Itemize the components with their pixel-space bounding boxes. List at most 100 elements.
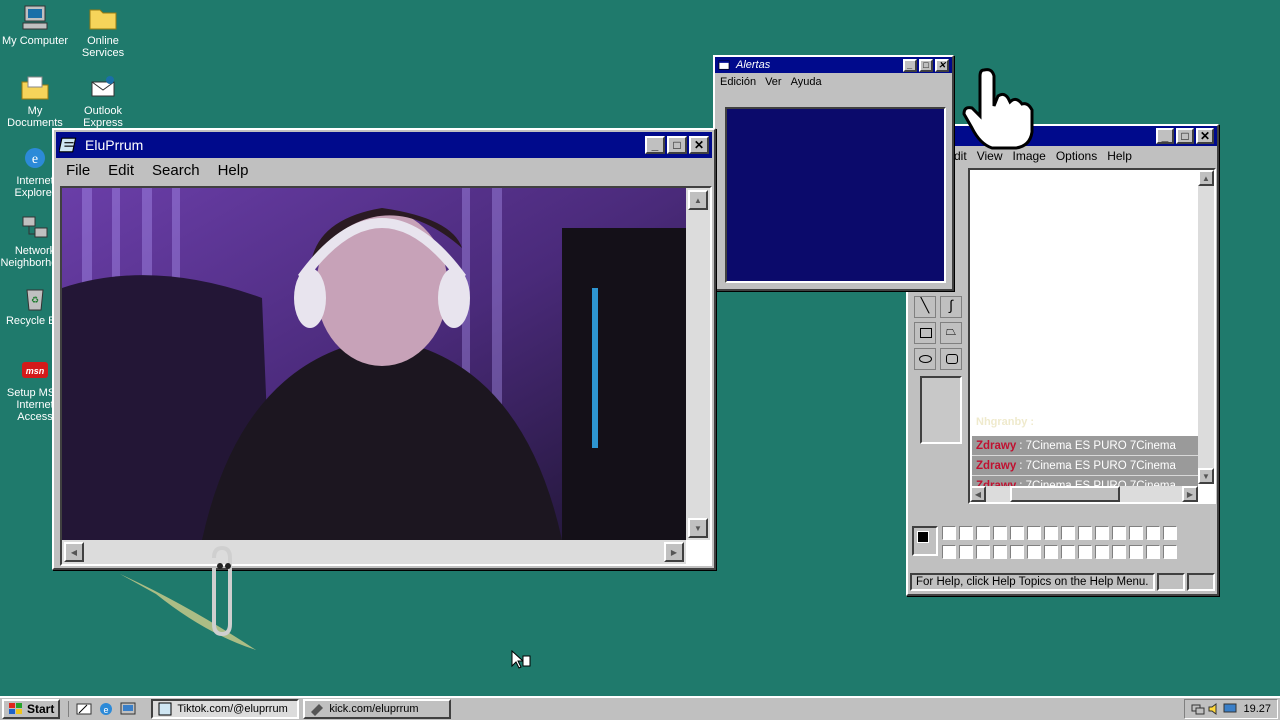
start-button[interactable]: Start [2,699,61,719]
palette-color-cell[interactable] [1112,544,1126,559]
alerts-window[interactable]: Alertas _ □ ✕ Edición Ver Ayuda [713,55,954,291]
palette-color-cell[interactable] [1095,544,1109,559]
close-button[interactable]: ✕ [1196,128,1214,144]
menu-view[interactable]: View [977,149,1003,163]
desktop-shortcut-icon[interactable] [75,701,93,717]
task-button-kick[interactable]: kick.com/eluprrum [303,699,452,719]
polygon-tool[interactable]: ⏢ [940,322,962,344]
menu-ayuda[interactable]: Ayuda [791,76,822,88]
network-tray-icon[interactable] [1191,703,1205,715]
palette-color-cell[interactable] [1027,526,1041,540]
svg-text:e: e [104,705,109,715]
palette-color-cell[interactable] [942,544,956,559]
internet-explorer-icon: e [25,148,45,168]
speaker-tray-icon[interactable] [1207,703,1221,715]
minimize-button[interactable]: _ [903,58,917,72]
stream-content: ▲ ▼ ◀ ▶ [60,186,712,566]
msn-icon: msn [22,362,48,378]
maximize-button[interactable]: □ [667,136,687,154]
rectangle-tool[interactable] [914,322,936,344]
maximize-button[interactable]: □ [1176,128,1194,144]
desktop-icon-label: Online Services [81,35,125,59]
close-button[interactable]: ✕ [935,58,949,72]
palette-color-cell[interactable] [1061,526,1075,540]
desktop-icon-online-services[interactable]: Online Services [68,4,138,59]
scroll-left-button[interactable]: ◀ [64,542,84,562]
horizontal-scrollbar[interactable]: ◀ ▶ [970,486,1198,502]
channels-icon[interactable] [119,701,137,717]
desktop-icon-label: Internet Explorer [14,175,56,199]
palette-color-cell[interactable] [959,526,973,540]
task-button-tiktok[interactable]: Tiktok.com/@eluprrum [151,699,300,719]
palette-color-cell[interactable] [1044,544,1058,559]
busy-cursor-icon [511,650,531,669]
alerts-titlebar[interactable]: Alertas _ □ ✕ [715,57,952,73]
palette-color-cell[interactable] [1112,526,1126,540]
menu-edit[interactable]: Edit [108,162,134,179]
menu-file[interactable]: File [66,162,90,179]
palette-color-cell[interactable] [1078,526,1092,540]
desktop-icon-outlook-express[interactable]: Outlook Express [68,74,138,129]
paint-canvas[interactable]: Nhgranby : Zdrawy: 7Cinema ES PURO 7Cine… [968,168,1216,504]
desktop-icon-my-documents[interactable]: My Documents [0,74,70,129]
curve-tool[interactable]: ∫ [940,296,962,318]
palette-color-cell[interactable] [1061,544,1075,559]
minimize-button[interactable]: _ [1156,128,1174,144]
scroll-right-button[interactable]: ▶ [664,542,684,562]
palette-color-cell[interactable] [976,526,990,540]
internet-explorer-icon[interactable]: e [97,701,115,717]
scroll-down-button[interactable]: ▼ [1198,468,1214,484]
close-button[interactable]: ✕ [689,136,709,154]
stream-window[interactable]: EluPrrum _ □ ✕ File Edit Search Help ▲ ▼… [52,128,716,570]
display-tray-icon[interactable] [1223,703,1237,715]
task-label: Tiktok.com/@eluprrum [177,703,288,715]
desktop-icon-my-computer[interactable]: My Computer [0,4,70,47]
current-colors[interactable] [912,526,938,556]
menu-search[interactable]: Search [152,162,200,179]
palette-grid[interactable] [942,526,1179,562]
palette-color-cell[interactable] [1163,544,1177,559]
menu-help[interactable]: Help [1107,149,1132,163]
palette-color-cell[interactable] [1146,544,1160,559]
vertical-scrollbar[interactable]: ▲ ▼ [686,188,710,540]
stream-titlebar[interactable]: EluPrrum _ □ ✕ [56,132,712,158]
palette-color-cell[interactable] [1044,526,1058,540]
palette-color-cell[interactable] [1095,526,1109,540]
palette-color-cell[interactable] [993,526,1007,540]
webcam-video[interactable] [62,188,686,540]
palette-color-cell[interactable] [1010,544,1024,559]
paperclip-assistant[interactable] [116,544,266,654]
clock[interactable]: 19.27 [1243,703,1271,715]
menu-help[interactable]: Help [218,162,249,179]
palette-color-cell[interactable] [993,544,1007,559]
palette-color-cell[interactable] [942,526,956,540]
vertical-scrollbar[interactable]: ▲ ▼ [1198,170,1214,484]
palette-color-cell[interactable] [1163,526,1177,540]
palette-color-cell[interactable] [959,544,973,559]
scroll-thumb[interactable] [1010,486,1120,502]
scroll-up-button[interactable]: ▲ [688,190,708,210]
palette-color-cell[interactable] [1146,526,1160,540]
palette-color-cell[interactable] [1129,526,1143,540]
scroll-right-button[interactable]: ▶ [1182,486,1198,502]
ellipse-tool[interactable] [914,348,936,370]
scroll-left-button[interactable]: ◀ [970,486,986,502]
menu-edicion[interactable]: Edición [720,76,756,88]
scroll-up-button[interactable]: ▲ [1198,170,1214,186]
menu-options[interactable]: Options [1056,149,1097,163]
task-buttons: Tiktok.com/@eluprrum kick.com/eluprrum [147,699,452,719]
menu-image[interactable]: Image [1012,149,1045,163]
palette-color-cell[interactable] [976,544,990,559]
paint-titlebar[interactable]: _ □ ✕ [908,126,1217,146]
menu-ver[interactable]: Ver [765,76,782,88]
palette-color-cell[interactable] [1078,544,1092,559]
maximize-button[interactable]: □ [919,58,933,72]
rounded-rect-tool[interactable] [940,348,962,370]
palette-color-cell[interactable] [1010,526,1024,540]
line-tool[interactable]: ╲ [914,296,936,318]
scroll-down-button[interactable]: ▼ [688,518,708,538]
status-size [1187,573,1215,591]
minimize-button[interactable]: _ [645,136,665,154]
palette-color-cell[interactable] [1027,544,1041,559]
palette-color-cell[interactable] [1129,544,1143,559]
